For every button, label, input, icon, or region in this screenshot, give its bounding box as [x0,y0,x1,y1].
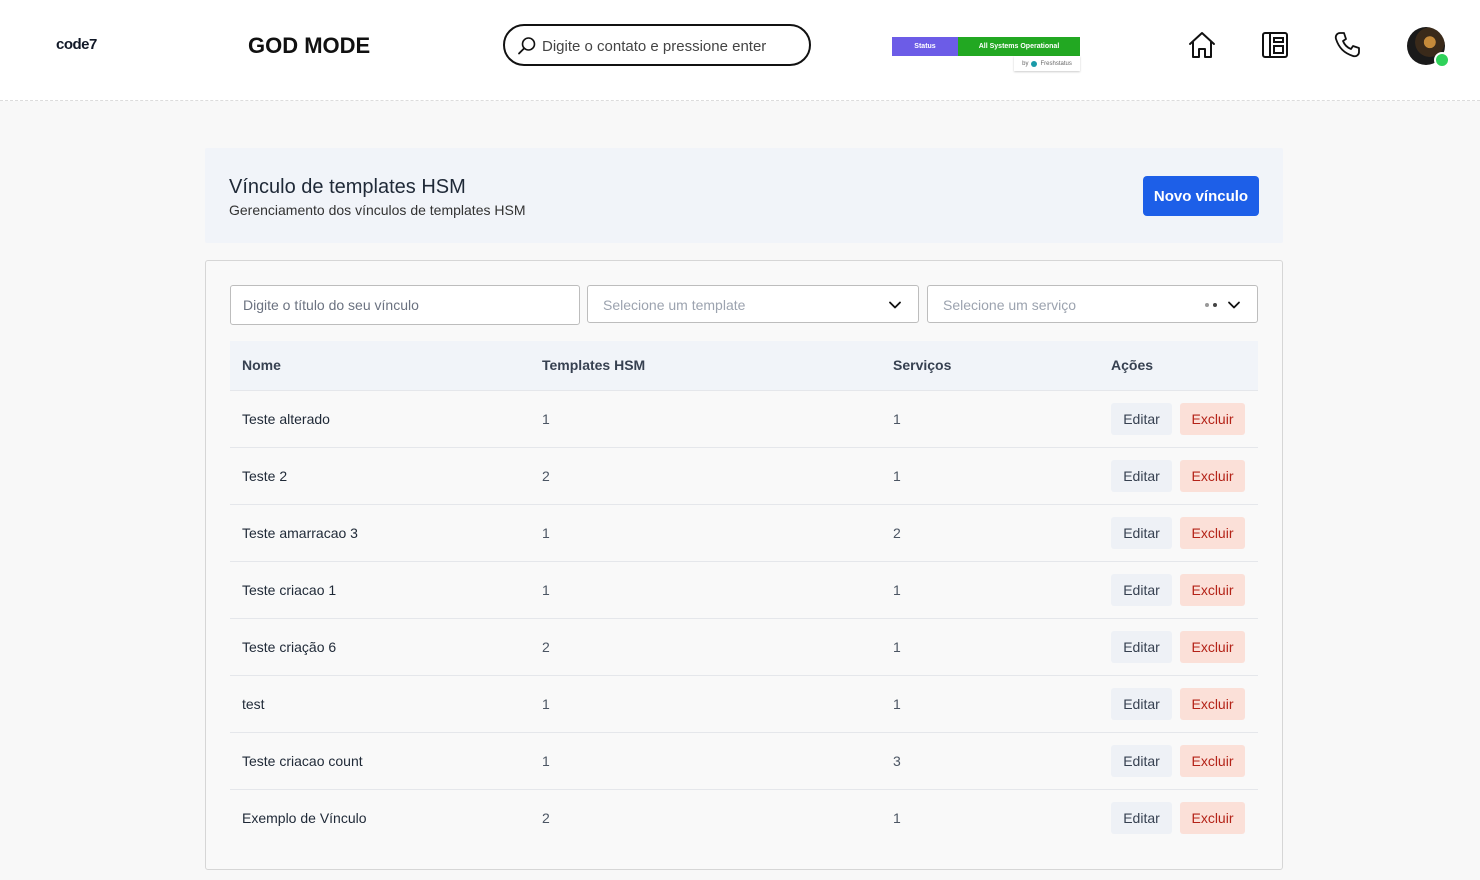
row-name: Exemplo de Vínculo [242,809,367,826]
row-actions: Editar Excluir [1099,675,1258,732]
row-actions: Editar Excluir [1099,390,1258,447]
template-select-placeholder: Selecione um template [603,297,746,313]
new-link-button[interactable]: Novo vínculo [1143,176,1259,216]
service-select-placeholder: Selecione um serviço [943,297,1077,313]
edit-button[interactable]: Editar [1111,516,1172,549]
row-services-count: 1 [893,410,901,427]
table-row: test 1 1 Editar Excluir [230,675,1258,732]
row-services-count: 1 [893,467,901,484]
contact-search[interactable] [503,24,811,66]
table-row: Teste criacao count 1 3 Editar Excluir [230,732,1258,789]
service-select[interactable]: Selecione um serviço [927,285,1258,323]
table-body: Teste alterado 1 1 Editar Excluir Teste 2 2 1 Ed… [230,390,1258,846]
row-services-count: 1 [893,581,901,598]
page-header: Vínculo de templates HSM Gerenciamento d… [205,148,1283,243]
row-name: Teste 2 [242,467,288,484]
delete-button[interactable]: Excluir [1180,630,1245,663]
app-logo[interactable]: code7 [56,36,97,53]
page-subtitle: Gerenciamento dos vínculos de templates … [229,202,526,218]
status-widget[interactable]: Status All Systems Operational by Freshs… [892,37,1080,71]
table-row: Teste criacao 1 1 1 Editar Excluir [230,561,1258,618]
row-templates-count: 1 [542,410,550,427]
template-select[interactable]: Selecione um template [587,285,919,323]
row-name: Teste criacao 1 [242,581,337,598]
row-services-count: 2 [893,524,901,541]
chevron-down-icon [889,301,901,309]
column-name: Nome [230,341,530,391]
edit-button[interactable]: Editar [1111,801,1172,834]
column-templates: Templates HSM [530,341,881,391]
status-provider-name: Freshstatus [1040,60,1072,67]
delete-button[interactable]: Excluir [1180,744,1245,777]
row-templates-count: 1 [542,581,550,598]
row-actions: Editar Excluir [1099,789,1258,846]
status-provider: by Freshstatus [1014,56,1080,71]
freshstatus-icon [1031,60,1038,67]
links-panel: Selecione um template Selecione um servi… [205,260,1283,870]
row-name: Teste criacao count [242,752,363,769]
table-row: Teste alterado 1 1 Editar Excluir [230,390,1258,447]
row-services-count: 1 [893,638,901,655]
title-filter-input[interactable] [230,285,580,325]
delete-button[interactable]: Excluir [1180,402,1245,435]
row-actions: Editar Excluir [1099,447,1258,504]
row-name: Teste criação 6 [242,638,337,655]
delete-button[interactable]: Excluir [1180,687,1245,720]
row-templates-count: 2 [542,467,550,484]
row-actions: Editar Excluir [1099,504,1258,561]
delete-button[interactable]: Excluir [1180,573,1245,606]
phone-icon[interactable] [1331,29,1363,61]
row-actions: Editar Excluir [1099,618,1258,675]
row-templates-count: 1 [542,524,550,541]
table-row: Teste criação 6 2 1 Editar Excluir [230,618,1258,675]
status-by-label: by [1022,60,1029,67]
table-row: Teste 2 2 1 Editar Excluir [230,447,1258,504]
loading-icon [1205,303,1217,307]
page-title: Vínculo de templates HSM [229,176,466,198]
status-value: All Systems Operational [958,37,1080,56]
delete-button[interactable]: Excluir [1180,459,1245,492]
chevron-down-icon [1228,301,1240,309]
row-actions: Editar Excluir [1099,561,1258,618]
status-label: Status [892,37,958,56]
row-name: test [242,695,265,712]
row-actions: Editar Excluir [1099,732,1258,789]
table-row: Exemplo de Vínculo 2 1 Editar Excluir [230,789,1258,846]
edit-button[interactable]: Editar [1111,630,1172,663]
top-bar: code7 GOD MODE Status All Systems Operat… [0,0,1480,101]
delete-button[interactable]: Excluir [1180,801,1245,834]
row-templates-count: 2 [542,809,550,826]
row-services-count: 1 [893,695,901,712]
contact-search-input[interactable] [542,34,797,58]
table-header-row: Nome Templates HSM Serviços Ações [230,341,1258,391]
edit-button[interactable]: Editar [1111,573,1172,606]
links-table: Nome Templates HSM Serviços Ações Teste … [230,341,1258,846]
home-icon[interactable] [1186,29,1218,61]
search-icon [518,37,536,55]
row-services-count: 3 [893,752,901,769]
edit-button[interactable]: Editar [1111,687,1172,720]
edit-button[interactable]: Editar [1111,459,1172,492]
delete-button[interactable]: Excluir [1180,516,1245,549]
online-status-indicator [1434,52,1450,68]
row-templates-count: 2 [542,638,550,655]
row-services-count: 1 [893,809,901,826]
table-row: Teste amarracao 3 1 2 Editar Excluir [230,504,1258,561]
row-templates-count: 1 [542,752,550,769]
row-name: Teste amarracao 3 [242,524,358,541]
row-templates-count: 1 [542,695,550,712]
layout-icon[interactable] [1259,29,1291,61]
column-actions: Ações [1099,341,1258,391]
mode-title: GOD MODE [248,33,371,58]
edit-button[interactable]: Editar [1111,402,1172,435]
edit-button[interactable]: Editar [1111,744,1172,777]
row-name: Teste alterado [242,410,330,427]
column-services: Serviços [881,341,1099,391]
